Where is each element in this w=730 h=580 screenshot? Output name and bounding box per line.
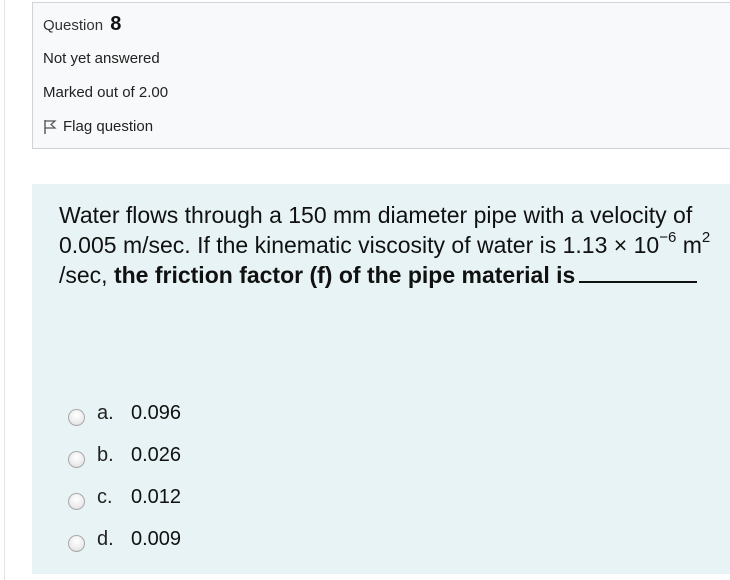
option-d-value: 0.009 [131, 527, 182, 550]
question-grade: Marked out of 2.00 [43, 84, 169, 101]
question-info-panel: Question 8 Not yet answered Marked out o… [32, 2, 730, 149]
answer-blank [579, 263, 698, 283]
radio-button-c[interactable] [68, 492, 85, 510]
flag-question-label: Flag question [63, 118, 154, 135]
radio-button-a[interactable] [68, 408, 85, 426]
option-c-label: c. [97, 485, 113, 508]
option-c-value: 0.012 [131, 485, 182, 508]
option-a-label: a. [97, 401, 114, 424]
question-number-value: 8 [110, 13, 122, 35]
option-d-label: d. [97, 527, 114, 550]
option-a[interactable]: a. 0.096 [68, 392, 181, 434]
option-b-label: b. [97, 443, 114, 466]
question-text: Water flows through a 150 mm diameter pi… [59, 200, 719, 290]
option-b[interactable]: b. 0.026 [68, 434, 181, 476]
option-a-value: 0.096 [131, 401, 182, 424]
question-text-bold: the friction factor (f) of the pipe mate… [113, 262, 576, 288]
question-state: Not yet answered [43, 50, 160, 67]
radio-button-b[interactable] [68, 450, 85, 468]
exponent-minus-six: −6 [659, 229, 677, 247]
exponent-two: 2 [701, 229, 711, 247]
question-number: Question 8 [43, 13, 121, 36]
page-left-border [4, 0, 5, 580]
option-d[interactable]: d. 0.009 [68, 518, 181, 560]
flag-icon [44, 119, 57, 134]
answer-options: a. 0.096 b. 0.026 c. 0.012 d. 0.009 [68, 392, 181, 560]
question-text-part1: Water flows through a 150 mm diameter pi… [59, 202, 693, 258]
flag-question-link[interactable]: Flag question [43, 118, 153, 135]
radio-button-d[interactable] [68, 534, 85, 552]
option-b-value: 0.026 [131, 443, 182, 466]
question-text-part3: /sec, [59, 262, 114, 288]
question-content-panel: Water flows through a 150 mm diameter pi… [32, 184, 730, 574]
question-label: Question [43, 17, 104, 34]
option-c[interactable]: c. 0.012 [68, 476, 181, 518]
question-text-part2: m [676, 232, 702, 258]
